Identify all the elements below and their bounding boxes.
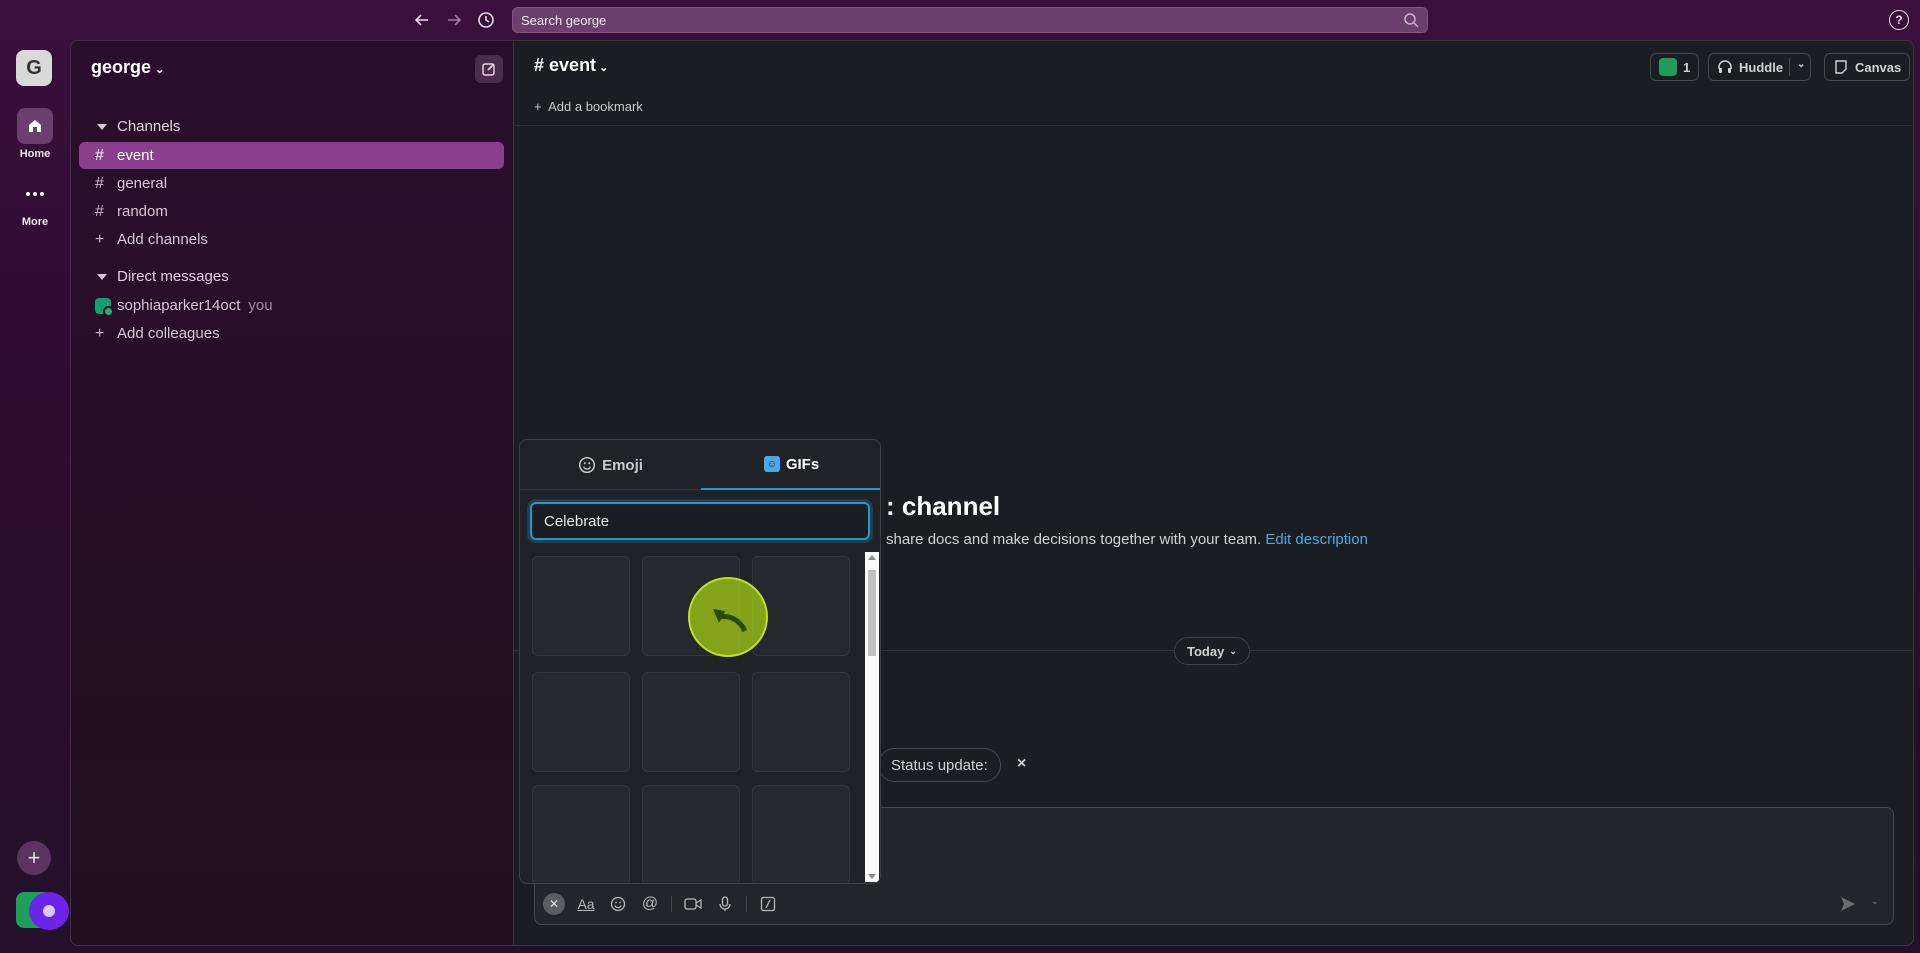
status-update-pill[interactable]: Status update: <box>878 748 1001 782</box>
header-divider <box>514 125 1914 126</box>
back-arrow-icon[interactable] <box>411 9 433 31</box>
direct-messages-section-header[interactable]: Direct messages <box>97 268 229 285</box>
caret-down-icon <box>97 124 107 131</box>
hash-icon: # <box>534 55 545 75</box>
tab-gifs[interactable]: ☺ GIFs <box>701 440 880 490</box>
rail-home[interactable]: Home <box>0 108 70 160</box>
send-icon[interactable] <box>1839 895 1857 913</box>
plus-icon: + <box>95 230 105 248</box>
picker-tabs: Emoji ☺ GIFs <box>520 440 880 490</box>
gif-result[interactable] <box>642 672 740 772</box>
channel-title[interactable]: # event ⌄ <box>534 55 608 76</box>
gif-result[interactable] <box>532 785 630 883</box>
chevron-down-icon: ⌄ <box>1229 645 1237 656</box>
gif-result[interactable] <box>752 672 850 772</box>
home-label: Home <box>19 148 51 160</box>
toolbar-divider <box>671 896 672 912</box>
forward-arrow-icon[interactable] <box>443 9 465 31</box>
plus-icon: + <box>95 324 105 342</box>
microphone-icon[interactable] <box>714 893 736 915</box>
composer-toolbar: ✕ Aa @ <box>543 892 779 916</box>
gif-result[interactable] <box>642 785 740 883</box>
workspace-name[interactable]: george ⌄ <box>91 57 164 78</box>
compose-button[interactable] <box>475 55 503 83</box>
close-icon[interactable]: ✕ <box>543 893 565 915</box>
gif-search-input[interactable]: Celebrate <box>530 502 870 540</box>
edit-description-link[interactable]: Edit description <box>1265 531 1368 548</box>
home-icon <box>17 108 53 144</box>
you-tag: you <box>248 297 273 314</box>
workspace-rail: G Home More + <box>0 40 70 953</box>
emoji-icon[interactable] <box>607 893 629 915</box>
channel-intro-title: : channel <box>886 491 1001 521</box>
avatar <box>1659 58 1677 76</box>
video-icon[interactable] <box>682 893 704 915</box>
canvas-icon <box>1835 60 1847 74</box>
emoji-gif-picker: Emoji ☺ GIFs Celebrate <box>519 439 881 884</box>
more-label: More <box>21 216 49 228</box>
close-icon[interactable]: × <box>1017 755 1026 773</box>
sidebar: george ⌄ Channels # event # general # random… <box>70 40 513 946</box>
avatar <box>95 297 114 317</box>
rail-more[interactable]: More <box>0 176 70 228</box>
chevron-down-icon: ⌄ <box>599 62 609 74</box>
slash-command-icon[interactable] <box>757 893 779 915</box>
search-bar[interactable]: Search george <box>512 7 1428 33</box>
hash-icon: # <box>95 174 104 192</box>
format-text-button[interactable]: Aa <box>575 893 597 915</box>
scroll-up-arrow-icon[interactable] <box>868 555 876 560</box>
hash-icon: # <box>95 146 104 164</box>
scroll-thumb[interactable] <box>868 570 876 656</box>
caret-down-icon <box>97 274 107 281</box>
gif-result[interactable] <box>752 785 850 883</box>
headphones-icon <box>1718 60 1732 73</box>
workspace-avatar[interactable]: G <box>16 50 52 86</box>
compose-icon <box>482 63 495 76</box>
add-colleagues-button[interactable]: + Add colleagues <box>79 320 504 347</box>
search-placeholder: Search george <box>521 12 607 28</box>
channels-section-header[interactable]: Channels <box>97 118 180 135</box>
gif-result[interactable] <box>532 556 630 656</box>
more-dots-icon <box>17 176 53 212</box>
plus-icon: + <box>534 99 542 114</box>
help-icon[interactable]: ? <box>1889 10 1909 30</box>
add-channels-button[interactable]: + Add channels <box>79 226 504 253</box>
assistant-badge-icon[interactable] <box>29 892 69 930</box>
add-bookmark-button[interactable]: + Add a bookmark <box>534 99 643 114</box>
sidebar-item-event[interactable]: # event <box>79 142 504 169</box>
hash-icon: # <box>95 202 104 220</box>
history-clock-icon[interactable] <box>475 9 497 31</box>
cursor-indicator <box>688 577 768 657</box>
picker-scrollbar[interactable] <box>865 552 879 882</box>
add-workspace-button[interactable]: + <box>17 841 51 875</box>
gif-result[interactable] <box>532 672 630 772</box>
chevron-down-icon[interactable]: ⌄ <box>1797 59 1805 70</box>
mention-icon[interactable]: @ <box>639 893 661 915</box>
sidebar-item-random[interactable]: # random <box>79 198 504 225</box>
huddle-button[interactable]: Huddle ⌄ <box>1708 53 1811 81</box>
toolbar-divider <box>746 896 747 912</box>
today-date-pill[interactable]: Today ⌄ <box>1174 637 1250 665</box>
scroll-down-arrow-icon[interactable] <box>868 874 876 879</box>
members-button[interactable]: 1 <box>1650 53 1700 81</box>
canvas-button[interactable]: Canvas <box>1824 53 1911 81</box>
sidebar-item-general[interactable]: # general <box>79 170 504 197</box>
channel-intro-description: share docs and make decisions together w… <box>886 531 1368 548</box>
chevron-down-icon[interactable]: ⌄ <box>1871 896 1879 907</box>
dm-item-self[interactable]: sophiaparker14oct you <box>79 292 504 319</box>
top-bar: Search george ? <box>0 0 1920 40</box>
gif-icon: ☺ <box>763 456 780 472</box>
emoji-icon <box>579 456 596 474</box>
curved-arrow-icon <box>713 609 748 633</box>
search-icon <box>1404 13 1419 28</box>
tab-emoji[interactable]: Emoji <box>520 440 701 490</box>
chevron-down-icon: ⌄ <box>155 64 165 76</box>
